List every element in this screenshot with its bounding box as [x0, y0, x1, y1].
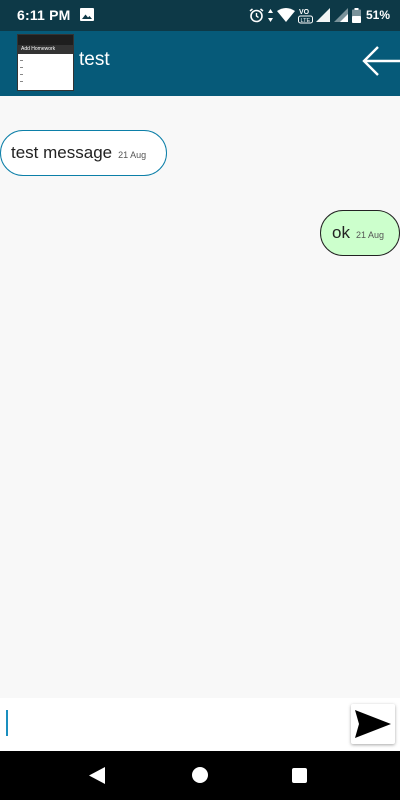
- message-time: 21 Aug: [355, 230, 384, 240]
- navigation-bar: [0, 751, 400, 800]
- page-title: test: [79, 49, 110, 70]
- message-time: 21 Aug: [118, 150, 147, 160]
- signal-2-icon: [333, 8, 348, 22]
- status-bar: 6:11 PM VO LTE 51%: [0, 0, 400, 31]
- alarm-icon: [249, 7, 264, 22]
- text-cursor: [6, 710, 8, 736]
- signal-icon: [315, 8, 330, 22]
- wifi-icon: [276, 8, 295, 22]
- back-button[interactable]: [360, 43, 400, 83]
- arrow-left-icon: [362, 46, 400, 76]
- status-icons: VO LTE 51%: [249, 6, 390, 24]
- app-bar: Add Homework test: [0, 31, 400, 96]
- volte-icon: VO LTE: [297, 9, 313, 24]
- avatar-thumb-line: [20, 81, 23, 82]
- avatar-thumb-status: [18, 35, 73, 45]
- battery-icon: [351, 7, 361, 23]
- svg-text:LTE: LTE: [300, 18, 310, 24]
- status-time: 6:11 PM: [17, 7, 71, 23]
- avatar-thumb-line: [20, 67, 23, 68]
- composer: [0, 698, 400, 751]
- avatar[interactable]: Add Homework: [17, 34, 74, 91]
- battery-percent: 51%: [365, 8, 390, 22]
- message-list[interactable]: test message 21 Aug ok 21 Aug: [0, 96, 400, 698]
- avatar-thumb-line: [20, 60, 23, 61]
- data-arrows-icon: [267, 8, 273, 22]
- message-text: test message: [11, 143, 113, 162]
- avatar-thumb-title: Add Homework: [18, 45, 73, 54]
- send-button[interactable]: [351, 704, 395, 744]
- avatar-thumb-line: [20, 74, 23, 75]
- nav-recents-icon[interactable]: [292, 768, 307, 783]
- message-input[interactable]: [0, 698, 345, 751]
- nav-back-icon[interactable]: [89, 767, 105, 784]
- nav-home-icon[interactable]: [192, 767, 208, 783]
- message-bubble-incoming[interactable]: test message 21 Aug: [0, 130, 167, 176]
- svg-text:VO: VO: [299, 9, 310, 16]
- message-bubble-outgoing[interactable]: ok 21 Aug: [320, 210, 400, 256]
- send-icon: [355, 710, 391, 738]
- gallery-icon: [80, 8, 94, 21]
- message-text: ok: [332, 223, 350, 242]
